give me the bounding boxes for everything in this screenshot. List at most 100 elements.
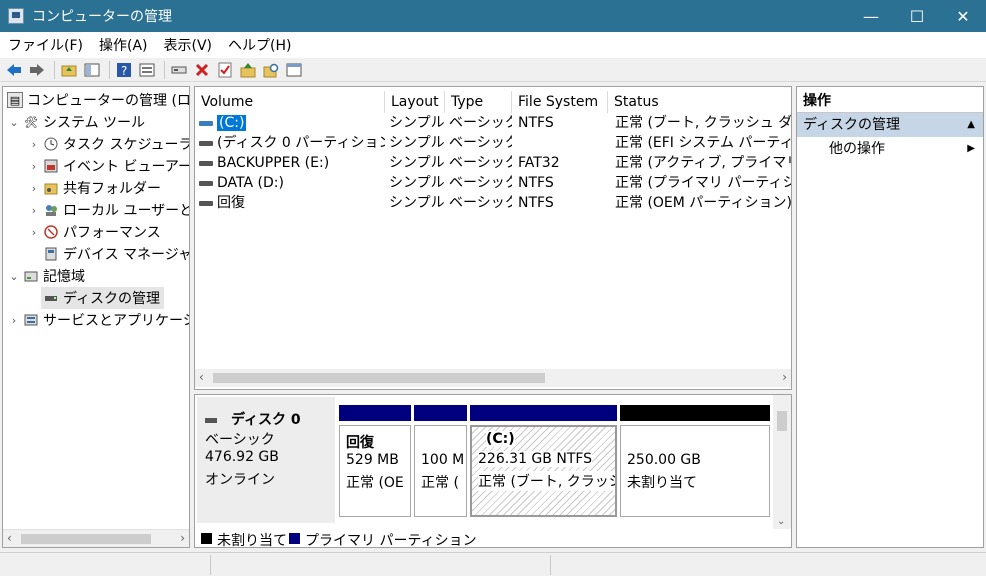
status-bar [0,552,986,576]
scroll-down-icon[interactable]: ⌄ [777,516,785,527]
services-icon [23,312,39,328]
volume-row[interactable]: DATA (D:) シンプル ベーシック NTFS 正常 (プライマリ パーティ… [195,173,791,193]
scroll-left-icon[interactable]: ‹ [7,531,12,545]
tree-item-task-scheduler[interactable]: › タスク スケジューラ [27,133,189,155]
volume-name: BACKUPPER (E:) [217,155,330,171]
partition-size: 250.00 GB [627,452,701,468]
tree-item-services-applications[interactable]: › サービスとアプリケーション [7,309,189,331]
clock-icon [43,136,59,152]
partition-c[interactable]: (C:) 226.31 GB NTFS 正常 (ブート, クラッシュ [470,405,617,517]
volume-layout: シンプル [389,115,445,131]
legend-swatch-unallocated [201,533,212,544]
minimize-button[interactable]: — [848,0,894,32]
partition-unallocated[interactable]: 250.00 GB 未割り当て [620,405,770,517]
scroll-right-icon[interactable]: › [782,370,787,384]
tree-horizontal-scrollbar[interactable]: ‹ › [3,529,189,547]
menu-view[interactable]: 表示(V) [156,35,221,55]
partition-bar [339,405,411,421]
volume-list: Volume Layout Type File System Status (C… [194,86,792,390]
forward-arrow-icon[interactable] [27,60,47,80]
tree-item-device-manager[interactable]: デバイス マネージャー [41,243,189,265]
partition-recovery[interactable]: 回復 529 MB 正常 (OE [339,405,411,517]
back-arrow-icon[interactable] [4,60,24,80]
actions-item-more[interactable]: 他の操作 ▶ [797,137,983,161]
volume-name: DATA (D:) [217,175,284,191]
partition-status: 正常 (OE [346,475,404,491]
menu-help[interactable]: ヘルプ(H) [220,35,299,55]
partition-size: 529 MB [346,452,399,468]
chevron-down-icon[interactable]: ⌄ [7,270,21,283]
column-header-status[interactable]: Status [608,91,791,113]
check-icon[interactable] [215,60,235,80]
users-icon [43,202,59,218]
tree-item-label: デバイス マネージャー [63,247,189,263]
chevron-right-icon[interactable]: › [7,314,21,327]
console-icon[interactable] [284,60,304,80]
connect-icon[interactable] [169,60,189,80]
chevron-right-icon[interactable]: › [27,182,41,195]
actions-section-label: ディスクの管理 [803,117,901,133]
search-icon[interactable] [261,60,281,80]
storage-icon [23,268,39,284]
volume-name: (C:) [217,115,247,131]
tree-item-label: 共有フォルダー [63,181,161,197]
scroll-right-icon[interactable]: › [180,531,185,545]
volume-list-horizontal-scrollbar[interactable]: ‹ › [195,369,791,387]
column-header-volume[interactable]: Volume [195,91,385,113]
legend-swatch-primary [289,533,300,544]
partition-efi[interactable]: 100 M 正常 ( [414,405,467,517]
close-button[interactable]: ✕ [940,0,986,32]
volume-status: 正常 (アクティブ, プライマリ パ [615,155,791,171]
column-header-file-system[interactable]: File System [512,91,608,113]
partition-status: 正常 ( [421,475,459,491]
collapse-up-icon[interactable]: ▲ [967,113,975,137]
volume-type: ベーシック [449,135,512,151]
up-folder-icon[interactable] [59,60,79,80]
delete-icon[interactable] [192,60,212,80]
partition-bar [414,405,467,421]
volume-row[interactable]: BACKUPPER (E:) シンプル ベーシック FAT32 正常 (アクティ… [195,153,791,173]
scrollbar-thumb[interactable] [21,534,151,544]
volume-row[interactable]: (ディスク 0 パーティション 2) シンプル ベーシック 正常 (EFI シス… [195,133,791,153]
toolbar-separator [109,60,110,79]
column-header-layout[interactable]: Layout [385,91,445,113]
device-manager-icon [43,246,59,262]
partition-body: (C:) 226.31 GB NTFS 正常 (ブート, クラッシュ [470,425,617,517]
export-icon[interactable] [238,60,258,80]
chevron-right-icon[interactable]: › [27,226,41,239]
chevron-right-icon[interactable]: › [27,204,41,217]
tree-item-shared-folders[interactable]: › 共有フォルダー [27,177,161,199]
chevron-right-icon[interactable]: › [27,138,41,151]
tree-item-local-users[interactable]: › ローカル ユーザーとグル [27,199,189,221]
disk-map-vertical-scrollbar[interactable]: ⌄ [773,395,791,529]
column-header-type[interactable]: Type [445,91,512,113]
tree-item-performance[interactable]: › パフォーマンス [27,221,161,243]
partition-body: 回復 529 MB 正常 (OE [339,425,411,517]
tree-item-event-viewer[interactable]: › イベント ビューアー [27,155,189,177]
show-tree-icon[interactable] [82,60,102,80]
help-icon[interactable]: ? [114,60,134,80]
drive-icon [199,200,213,206]
tree-item-system-tools[interactable]: ⌄ 🛠 システム ツール [7,111,145,133]
scrollbar-thumb[interactable] [777,411,787,431]
tree-item-computer-management[interactable]: ▤ コンピューターの管理 (ローカ [5,89,189,111]
drive-icon [199,120,213,126]
properties-icon[interactable] [137,60,157,80]
tree-item-storage[interactable]: ⌄ 記憶域 [7,265,85,287]
menu-file[interactable]: ファイル(F) [0,35,91,55]
volume-row[interactable]: (C:) シンプル ベーシック NTFS 正常 (ブート, クラッシュ ダンプ [195,113,791,133]
disk-info-panel[interactable]: ディスク 0 ベーシック 476.92 GB オンライン [197,397,335,523]
volume-file-system: FAT32 [518,155,560,171]
maximize-button[interactable]: ☐ [894,0,940,32]
menu-action[interactable]: 操作(A) [91,35,156,55]
chevron-down-icon[interactable]: ⌄ [7,116,21,129]
actions-section-disk-management[interactable]: ディスクの管理 ▲ [797,113,983,137]
scrollbar-thumb[interactable] [213,373,545,383]
disk-map: ディスク 0 ベーシック 476.92 GB オンライン 回復 529 MB 正… [194,394,792,548]
chevron-right-icon[interactable]: › [27,160,41,173]
partition-status: 未割り当て [627,475,697,491]
tree-item-disk-management[interactable]: ディスクの管理 [41,287,165,309]
scroll-left-icon[interactable]: ‹ [199,370,204,384]
volume-row[interactable]: 回復 シンプル ベーシック NTFS 正常 (OEM パーティション) [195,193,791,213]
drive-icon [199,160,213,166]
